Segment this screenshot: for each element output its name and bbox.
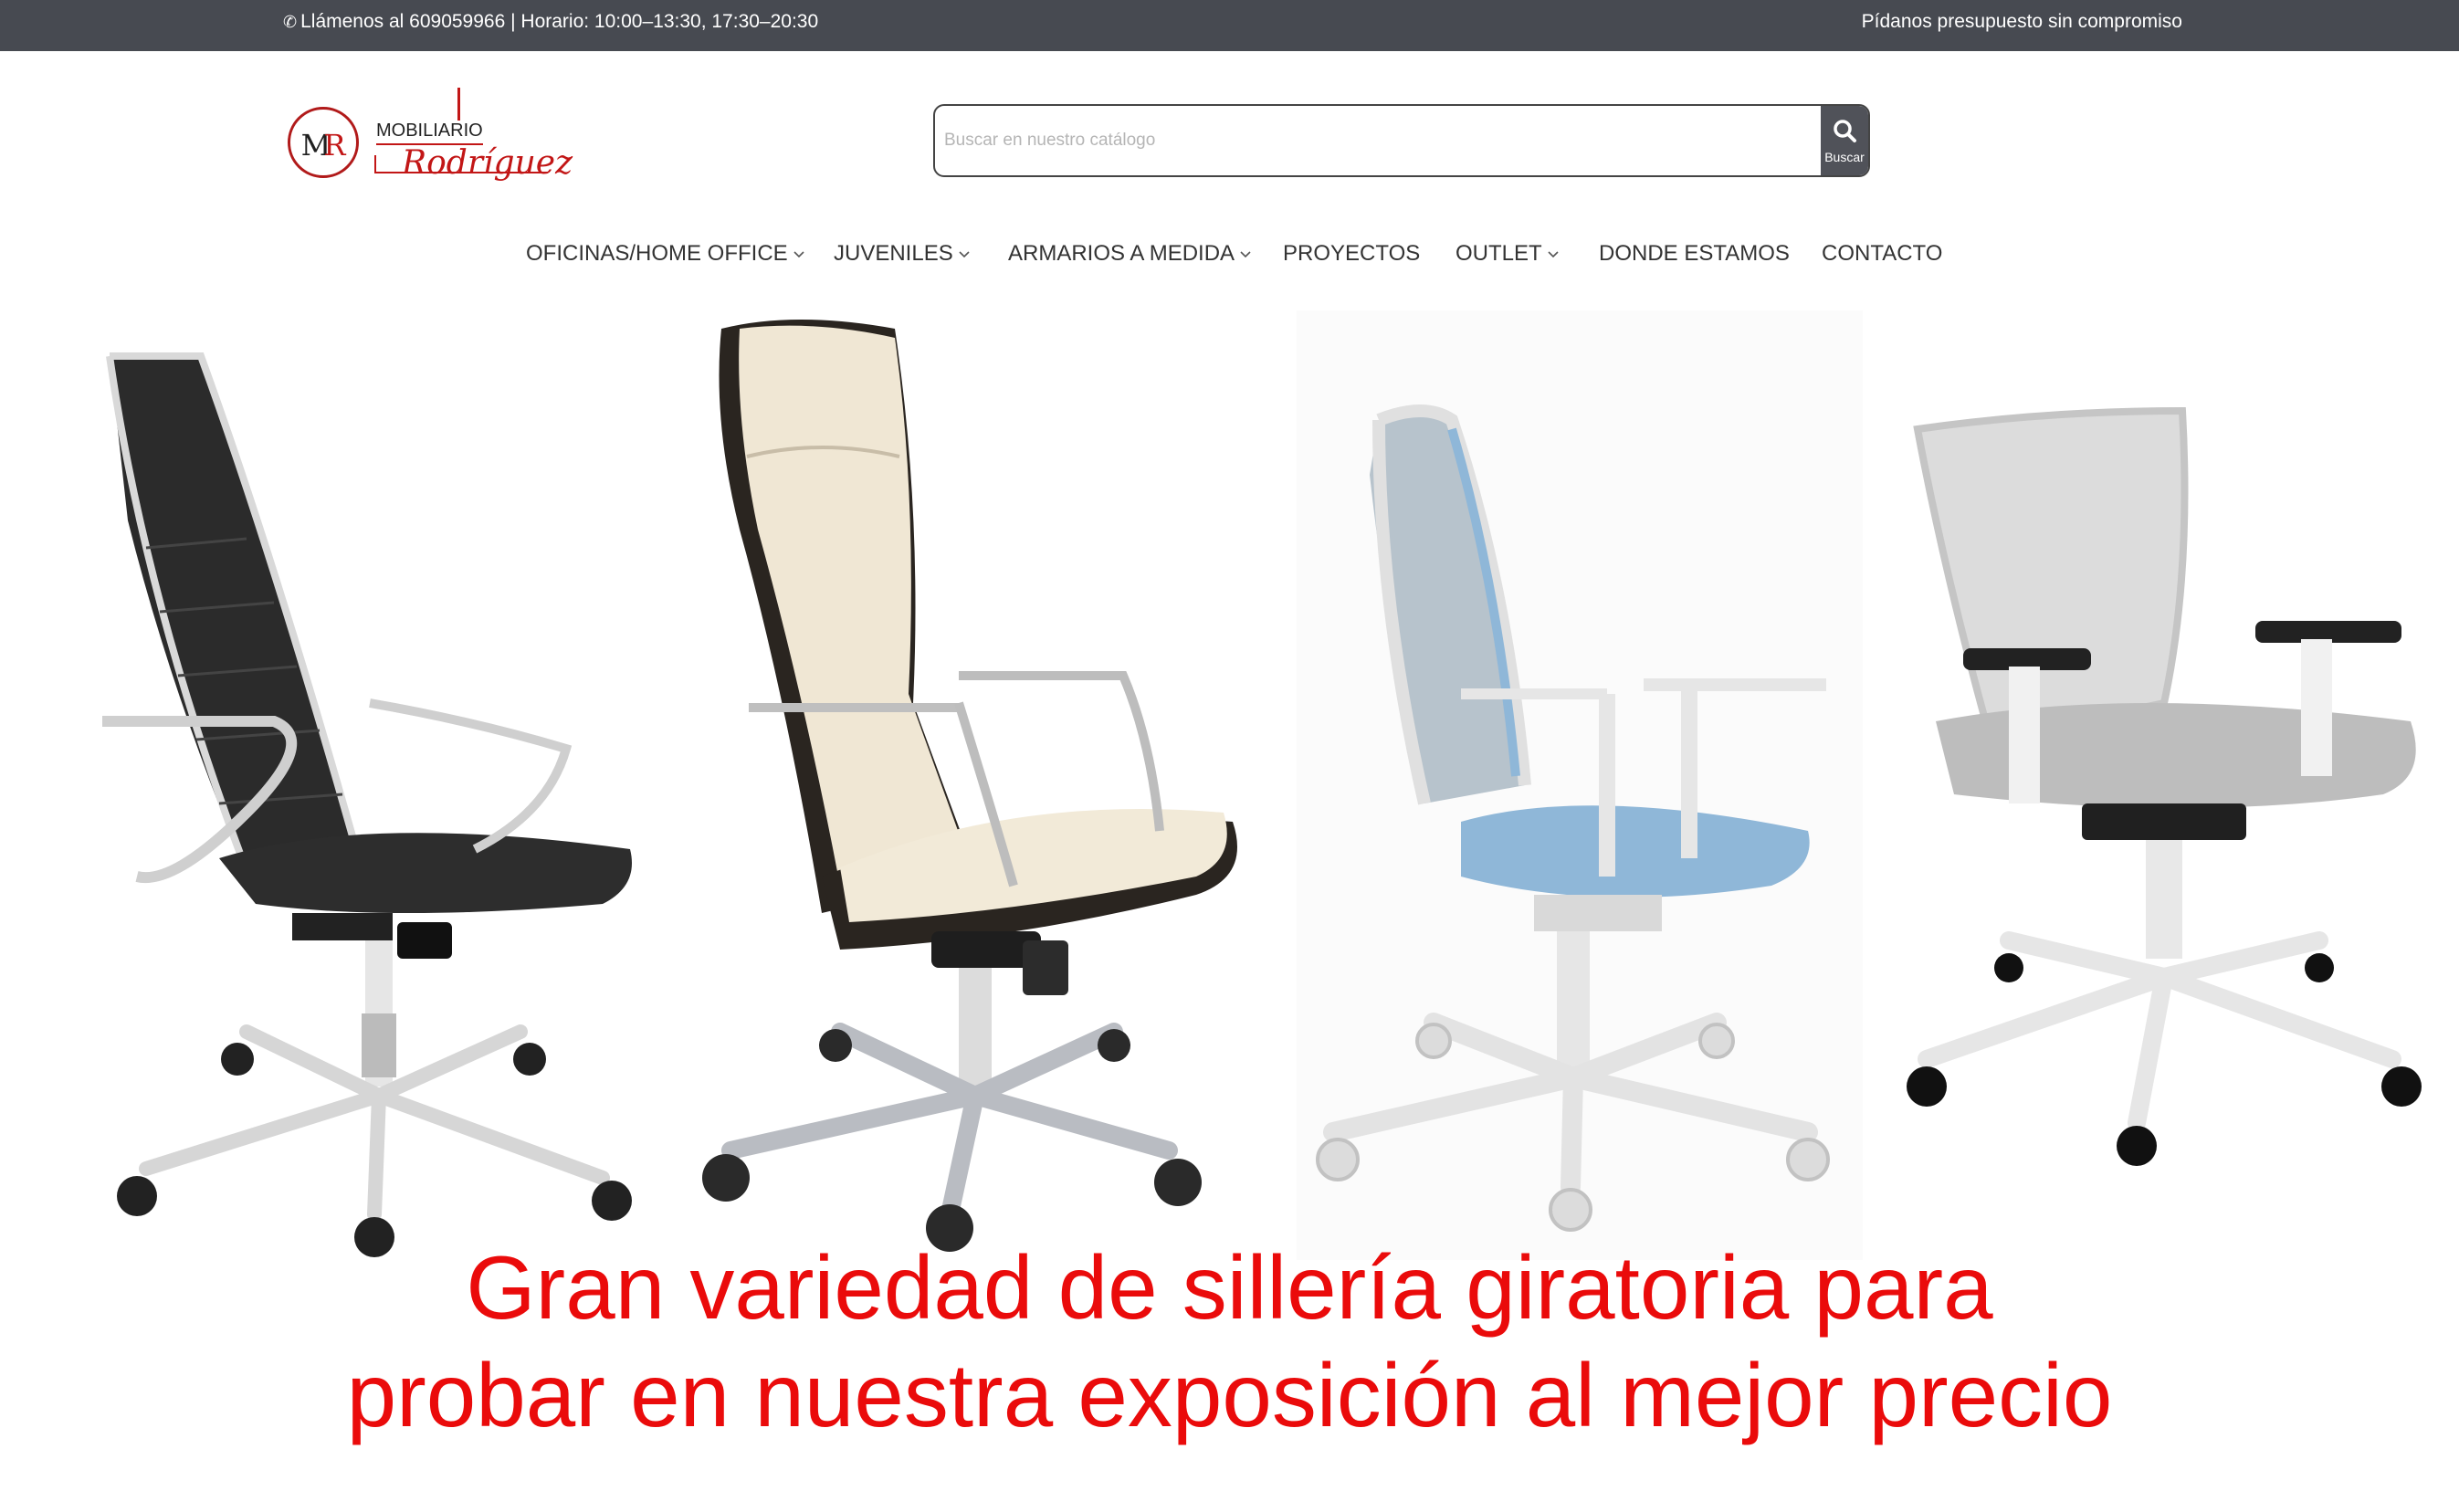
nav-item-label: CONTACTO — [1822, 241, 1943, 266]
hero-caption-line1: Gran variedad de sillería giratoria para — [466, 1237, 1993, 1338]
quote-link[interactable]: Pídanos presupuesto sin compromiso — [1862, 11, 2182, 33]
nav-item-label: PROYECTOS — [1283, 241, 1421, 266]
nav-item-outlet[interactable]: OUTLET — [1455, 241, 1559, 267]
logo-underline — [374, 172, 548, 173]
hero-banner[interactable]: Gran variedad de sillería giratoria para… — [0, 310, 2459, 1512]
contact-info: ✆ Llámenos al 609059966 | Horario: 10:00–… — [283, 11, 818, 33]
nav-item-label: DONDE ESTAMOS — [1599, 241, 1790, 266]
logo-text-mobiliario: MOBILIARIO — [376, 121, 483, 145]
hero-caption-line2: probar en nuestra exposición al mejor pr… — [346, 1345, 2113, 1445]
blue-mesh-chair-image — [1297, 310, 1863, 1260]
site-logo[interactable]: MR MOBILIARIO Rodríguez — [285, 88, 592, 194]
nav-item-proyectos[interactable]: PROYECTOS — [1283, 241, 1420, 267]
nav-item-label: ARMARIOS A MEDIDA — [1008, 241, 1235, 266]
nav-item-label: OFICINAS/HOME OFFICE — [526, 241, 788, 266]
chevron-down-icon — [959, 251, 970, 257]
search-input[interactable] — [935, 106, 1821, 175]
main-nav: OFICINAS/HOME OFFICE JUVENILES ARMARIOS … — [0, 241, 2459, 278]
nav-item-label: JUVENILES — [834, 241, 953, 266]
top-bar: ✆ Llámenos al 609059966 | Horario: 10:00–… — [0, 0, 2459, 51]
search-button[interactable]: Buscar — [1821, 106, 1868, 175]
phone-icon: ✆ — [283, 13, 298, 31]
black-leather-chair-image — [102, 352, 632, 1257]
nav-item-armarios[interactable]: ARMARIOS A MEDIDA — [1008, 241, 1251, 267]
nav-item-oficinas[interactable]: OFICINAS/HOME OFFICE — [526, 241, 804, 267]
nav-item-label: OUTLET — [1455, 241, 1542, 266]
nav-item-donde-estamos[interactable]: DONDE ESTAMOS — [1599, 241, 1790, 267]
cream-leather-chair-image — [702, 320, 1237, 1252]
logo-monogram: MR — [288, 107, 359, 178]
nav-item-contacto[interactable]: CONTACTO — [1822, 241, 1942, 267]
search-box: Buscar — [933, 104, 1870, 177]
chevron-down-icon — [793, 251, 804, 257]
logo-decoration-hook — [374, 155, 376, 172]
logo-text-rodriguez: Rodríguez — [402, 144, 573, 182]
search-icon — [1834, 120, 1856, 142]
chevron-down-icon — [1548, 251, 1559, 257]
search-button-label: Buscar — [1824, 150, 1865, 164]
chevron-down-icon — [1240, 251, 1251, 257]
grey-mesh-chair-image — [1907, 406, 2422, 1166]
contact-text: Llámenos al 609059966 | Horario: 10:00–1… — [300, 11, 819, 32]
nav-item-juveniles[interactable]: JUVENILES — [834, 241, 970, 267]
logo-decoration — [457, 88, 460, 121]
